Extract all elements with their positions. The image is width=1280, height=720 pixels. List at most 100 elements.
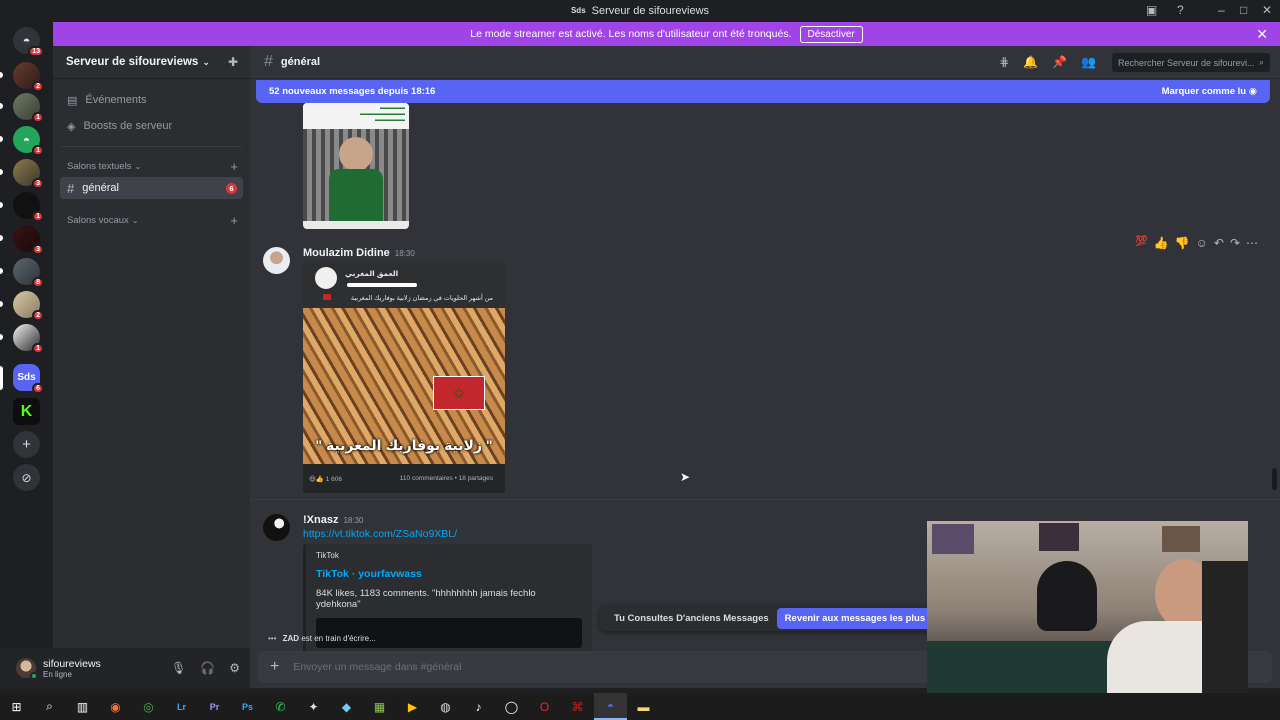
attached-image[interactable]: العمق المغربي من أشهر الحلويات في رمضان … bbox=[303, 261, 505, 493]
chevron-down-icon: ⌄ bbox=[131, 215, 139, 225]
banner-text: Le mode streamer est activé. Les noms d'… bbox=[470, 28, 792, 40]
gear-icon[interactable]: ⚙ bbox=[229, 661, 240, 675]
thumbs-down-icon[interactable]: 👎 bbox=[1175, 236, 1190, 250]
server-icon[interactable]: 1 bbox=[13, 324, 44, 354]
search-icon[interactable]: ⌕ bbox=[33, 693, 66, 720]
close-window-button[interactable]: ✕ bbox=[1262, 3, 1272, 17]
avatar[interactable] bbox=[263, 514, 290, 541]
scrollbar-thumb[interactable] bbox=[1272, 468, 1277, 490]
avatar[interactable] bbox=[16, 658, 38, 680]
reply-icon[interactable]: ↶ bbox=[1214, 236, 1224, 250]
disable-streamer-button[interactable]: Désactiver bbox=[799, 25, 863, 43]
server-badge: 3 bbox=[32, 244, 44, 255]
channel-general[interactable]: # général 6 bbox=[60, 177, 243, 199]
server-icon[interactable]: 3 bbox=[13, 159, 44, 189]
boosts-item[interactable]: ◈ Boosts de serveur bbox=[53, 113, 250, 139]
server-badge: 1 bbox=[32, 112, 44, 123]
threads-icon[interactable]: ⋕ bbox=[999, 55, 1009, 69]
more-icon[interactable]: ⋯ bbox=[1246, 236, 1258, 250]
headphones-icon[interactable]: 🎧 bbox=[200, 661, 215, 675]
opera-icon[interactable]: O bbox=[528, 693, 561, 720]
server-icon-kick[interactable]: K bbox=[13, 398, 40, 425]
voice-category[interactable]: Salons vocaux ⌄ + bbox=[53, 209, 250, 231]
add-channel-icon[interactable]: + bbox=[230, 213, 238, 228]
media-player-icon[interactable]: ▶ bbox=[396, 693, 429, 720]
author-name[interactable]: !Xnasz bbox=[303, 514, 338, 526]
microphone-icon[interactable]: 🎙 bbox=[171, 661, 186, 675]
app-icon[interactable]: ◍ bbox=[429, 693, 462, 720]
image-caption-lines: ▬▬▬▬▬ ▬▬▬▬▬▬▬▬▬ ▬▬▬▬▬▬ bbox=[303, 103, 409, 129]
avatar[interactable] bbox=[263, 247, 290, 274]
post-stats: 110 commentaires • 18 partages bbox=[399, 475, 493, 482]
invite-icon[interactable]: ✚ bbox=[228, 55, 238, 69]
server-icon[interactable]: 1 bbox=[13, 192, 44, 222]
thumbs-up-icon[interactable]: 👍 bbox=[1154, 236, 1169, 250]
text-category[interactable]: Salons textuels ⌄ + bbox=[53, 155, 250, 177]
100-emoji-icon[interactable]: 💯 bbox=[1135, 236, 1147, 250]
app-icon[interactable]: ✦ bbox=[297, 693, 330, 720]
server-icon[interactable]: 2 bbox=[13, 291, 44, 321]
pin-icon[interactable]: 📌 bbox=[1052, 55, 1067, 69]
search-input[interactable]: Rechercher Serveur de sifourevi... ⌕ bbox=[1112, 53, 1270, 72]
server-icon[interactable]: 1 bbox=[13, 93, 44, 123]
app-icon[interactable]: ◯ bbox=[495, 693, 528, 720]
embed-video[interactable] bbox=[316, 618, 582, 648]
photoshop-icon[interactable]: Ps bbox=[231, 693, 264, 720]
home-button[interactable]: ◓ 13 bbox=[13, 27, 44, 57]
typing-indicator: ••• ZAD est en train d'écrire... bbox=[268, 634, 376, 643]
unread-pip bbox=[0, 268, 3, 274]
whatsapp-icon[interactable]: ✆ bbox=[264, 693, 297, 720]
boosts-label: Boosts de serveur bbox=[83, 120, 173, 132]
composer-placeholder: Envoyer un message dans #général bbox=[293, 661, 462, 673]
chrome-icon[interactable]: ◎ bbox=[132, 693, 165, 720]
server-icon[interactable]: ◓ 1 bbox=[13, 126, 44, 156]
acrobat-icon[interactable]: ⌘ bbox=[561, 693, 594, 720]
app-icon[interactable]: ◆ bbox=[330, 693, 363, 720]
server-header[interactable]: Serveur de sifoureviews ⌄ ✚ bbox=[53, 46, 250, 79]
close-icon[interactable]: ✕ bbox=[1256, 26, 1268, 43]
maximize-button[interactable]: □ bbox=[1240, 3, 1247, 17]
attached-image[interactable]: ▬▬▬▬▬ ▬▬▬▬▬▬▬▬▬ ▬▬▬▬▬▬ bbox=[303, 103, 409, 229]
person-background bbox=[1037, 561, 1097, 631]
task-view-icon[interactable]: ▥ bbox=[66, 693, 99, 720]
lightroom-icon[interactable]: Lr bbox=[165, 693, 198, 720]
bell-icon[interactable]: 🔔 bbox=[1023, 55, 1038, 69]
new-messages-bar[interactable]: 52 nouveaux messages depuis 18:16 Marque… bbox=[256, 80, 1270, 103]
embed-title[interactable]: TikTok · yourfavwass bbox=[306, 560, 592, 580]
category-label: Salons vocaux bbox=[67, 214, 129, 226]
discord-taskbar-icon[interactable]: ◓ bbox=[594, 693, 627, 720]
add-channel-icon[interactable]: + bbox=[230, 159, 238, 174]
members-icon[interactable]: 👥 bbox=[1081, 55, 1096, 69]
poster bbox=[1039, 523, 1079, 551]
help-icon[interactable]: ? bbox=[1177, 3, 1184, 17]
add-reaction-icon[interactable]: ☺ bbox=[1196, 236, 1208, 250]
server-icon-sds[interactable]: Sds 6 bbox=[13, 364, 44, 394]
post-caption: من أشهر الحلويات في رمضان زلابية بوفاريك… bbox=[350, 295, 493, 302]
windows-start-icon[interactable]: ⊞ bbox=[0, 693, 33, 720]
channel-header: # général ⋕ 🔔 📌 👥 Rechercher Serveur de … bbox=[250, 46, 1280, 79]
attach-plus-icon[interactable]: + bbox=[270, 658, 279, 676]
app-icon[interactable]: ▦ bbox=[363, 693, 396, 720]
discord-icon: ◓ bbox=[22, 33, 31, 48]
tiktok-icon[interactable]: ♪ bbox=[462, 693, 495, 720]
message-link[interactable]: https://vt.tiktok.com/ZSaNo9XBL/ bbox=[303, 528, 457, 540]
photo-face bbox=[339, 137, 373, 171]
explore-button[interactable]: ⊘ bbox=[13, 464, 40, 491]
file-explorer-icon[interactable]: ▬ bbox=[627, 693, 660, 720]
forward-icon[interactable]: ↷ bbox=[1230, 236, 1240, 250]
search-placeholder: Rechercher Serveur de sifourevi... bbox=[1118, 57, 1255, 68]
inbox-icon[interactable]: ▣ bbox=[1146, 3, 1157, 17]
chevron-down-icon: ⌄ bbox=[134, 161, 142, 171]
unread-pip bbox=[0, 103, 3, 109]
add-server-button[interactable]: + bbox=[13, 431, 40, 458]
server-icon[interactable]: 3 bbox=[13, 225, 44, 255]
minimize-button[interactable]: – bbox=[1218, 3, 1225, 17]
premiere-icon[interactable]: Pr bbox=[198, 693, 231, 720]
events-item[interactable]: ▤ Événements bbox=[53, 87, 250, 113]
hash-icon: # bbox=[67, 180, 75, 196]
author-name[interactable]: Moulazim Didine bbox=[303, 247, 390, 259]
server-icon[interactable]: 8 bbox=[13, 258, 44, 288]
mark-read-button[interactable]: Marquer comme lu ◉ bbox=[1162, 86, 1257, 97]
server-icon[interactable]: 2 bbox=[13, 62, 44, 92]
firefox-icon[interactable]: ◉ bbox=[99, 693, 132, 720]
